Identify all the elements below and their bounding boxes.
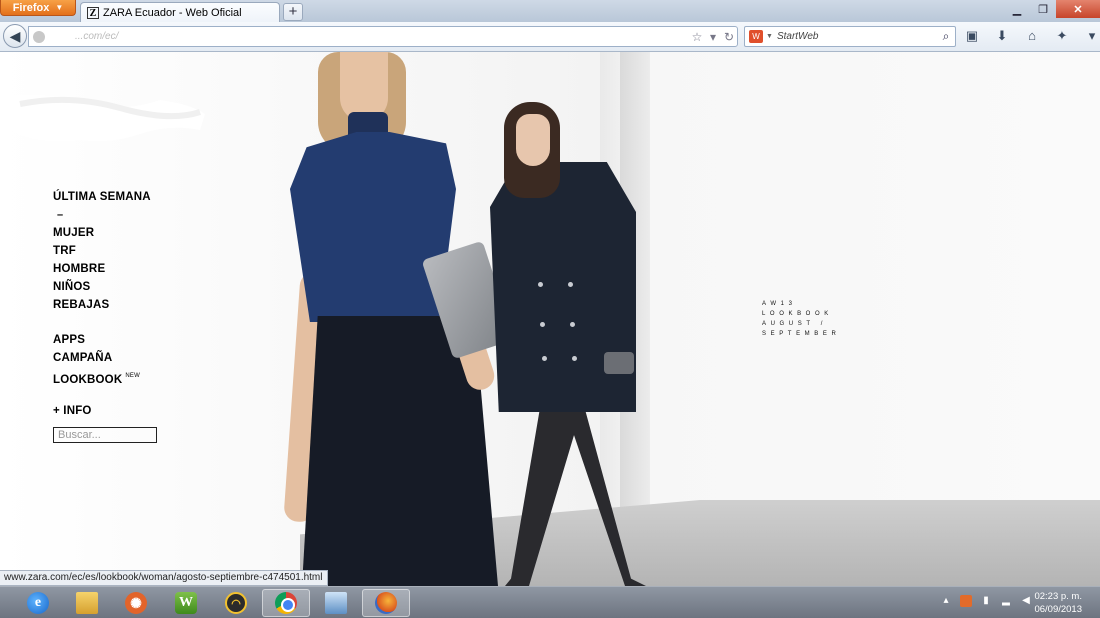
history-dropdown-icon[interactable]: ▾ <box>705 30 721 44</box>
zara-logo-obscured[interactable] <box>0 90 205 150</box>
tab-zara[interactable]: Z ZARA Ecuador - Web Oficial <box>80 2 280 23</box>
lookbook-season: AW13 <box>762 301 797 307</box>
model-left-blue-top[interactable] <box>290 132 456 322</box>
bookmark-star-icon[interactable]: ☆ <box>689 30 705 44</box>
coat-button <box>572 356 577 361</box>
browser-window: Firefox ▼ Z ZARA Ecuador - Web Oficial +… <box>0 0 1100 618</box>
back-arrow-icon: ◀ <box>9 27 21 44</box>
system-tray: ▴ ▮ ▂ ◀ <box>940 595 1032 607</box>
lookbook-title: LOOKBOOK <box>762 311 833 317</box>
internet-explorer-icon: e <box>27 592 49 614</box>
clock-time: 02:23 p. m. <box>1034 591 1082 602</box>
nav-campana[interactable]: CAMPAÑA <box>53 351 151 369</box>
chevron-down-icon[interactable]: ▼ <box>766 33 773 40</box>
model-right-navy-coat[interactable] <box>490 162 636 412</box>
model-right-sleeve-cuff <box>604 352 634 374</box>
back-button[interactable]: ◀ <box>3 24 27 48</box>
close-button[interactable]: ✕ <box>1056 0 1100 18</box>
coat-button <box>568 282 573 287</box>
nav-gap <box>53 387 151 404</box>
site-search-input[interactable] <box>53 427 157 443</box>
nav-gap <box>53 316 151 333</box>
link-status-preview: www.zara.com/ec/es/lookbook/woman/agosto… <box>0 570 328 586</box>
coat-button <box>540 322 545 327</box>
chrome-icon <box>275 592 297 614</box>
nav-rebajas[interactable]: REBAJAS <box>53 298 151 316</box>
toolbar-icons: ▣ ⬇ ⌂ ✦ ▾ <box>962 28 1100 44</box>
battery-icon[interactable]: ▮ <box>980 595 992 607</box>
folder-icon <box>76 592 98 614</box>
nav-mujer[interactable]: MUJER <box>53 226 151 244</box>
nav-apps[interactable]: APPS <box>53 333 151 351</box>
model-right-face <box>516 114 550 166</box>
url-text: ...com/ec/ <box>75 31 119 42</box>
volume-icon[interactable]: ◀ <box>1020 595 1032 607</box>
lookbook-caption[interactable]: AW13 LOOKBOOK AUGUST / SEPTEMBER <box>762 299 840 339</box>
nav-hombre[interactable]: HOMBRE <box>53 262 151 280</box>
minimize-button[interactable]: ▁ <box>1004 0 1030 18</box>
main-nav: ÚLTIMA SEMANA – MUJER TRF HOMBRE NIÑOS R… <box>53 190 151 422</box>
w-app-icon: W <box>175 592 197 614</box>
navigation-toolbar: ◀ ...com/ec/ ☆ ▾ ↻ W ▼ StartWeb ⌕ ▣ ⬇ ⌂ … <box>0 22 1100 52</box>
remote-desktop-icon <box>325 592 347 614</box>
search-engine-icon[interactable]: W <box>749 30 763 43</box>
taskbar-settings[interactable]: ✺ <box>112 589 160 617</box>
taskbar-firefox[interactable] <box>362 589 410 617</box>
windows-taskbar: e ✺ W ◠ ▴ ▮ ▂ ◀ 02:23 p. m. 06/09/2013 <box>0 586 1100 618</box>
new-badge: NEW <box>125 373 140 379</box>
background-wall-right <box>600 52 1100 512</box>
nav-lookbook-label: LOOKBOOK <box>53 374 123 386</box>
coat-button <box>542 356 547 361</box>
tab-strip: Firefox ▼ Z ZARA Ecuador - Web Oficial +… <box>0 0 1100 23</box>
taskbar-w-app[interactable]: W <box>162 589 210 617</box>
nav-separator: – <box>57 209 64 221</box>
taskbar-clock[interactable]: 02:23 p. m. 06/09/2013 <box>1034 590 1082 616</box>
firefox-icon <box>375 592 397 614</box>
coat-button <box>570 322 575 327</box>
window-controls: ▁ ❐ ✕ <box>1004 0 1100 18</box>
restore-button[interactable]: ❐ <box>1030 0 1056 18</box>
overflow-menu-icon[interactable]: ▾ <box>1082 28 1100 44</box>
firefox-menu-label: Firefox <box>12 1 50 14</box>
new-tab-button[interactable]: + <box>283 3 303 21</box>
nav-ultima-semana[interactable]: ÚLTIMA SEMANA <box>53 190 151 208</box>
taskbar-remote-desktop[interactable] <box>312 589 360 617</box>
lookbook-months-2: SEPTEMBER <box>762 331 841 337</box>
site-identity-icon[interactable] <box>33 30 45 43</box>
show-hidden-icons-icon[interactable]: ▴ <box>940 595 952 607</box>
clock-date: 06/09/2013 <box>1034 604 1082 615</box>
gauge-icon: ◠ <box>225 592 247 614</box>
zara-favicon-icon: Z <box>87 7 99 19</box>
magnifier-icon[interactable]: ⌕ <box>937 29 955 44</box>
gear-icon: ✺ <box>125 592 147 614</box>
addon-icon[interactable]: ✦ <box>1052 28 1072 44</box>
taskbar-gauge-app[interactable]: ◠ <box>212 589 260 617</box>
coat-button <box>538 282 543 287</box>
zara-page: AW13 LOOKBOOK AUGUST / SEPTEMBER ÚLTIMA … <box>0 52 1100 586</box>
firefox-menu-button[interactable]: Firefox ▼ <box>0 0 76 16</box>
bookmarks-menu-icon[interactable]: ▣ <box>962 28 982 44</box>
url-bar[interactable]: ...com/ec/ ☆ ▾ ↻ <box>28 26 738 47</box>
tab-title: ZARA Ecuador - Web Oficial <box>103 7 242 19</box>
search-bar-placeholder: StartWeb <box>776 31 819 42</box>
taskbar-internet-explorer[interactable]: e <box>14 589 62 617</box>
taskbar-chrome[interactable] <box>262 589 310 617</box>
chevron-down-icon: ▼ <box>55 3 64 12</box>
search-bar[interactable]: W ▼ StartWeb ⌕ <box>744 26 956 47</box>
nav-trf[interactable]: TRF <box>53 244 151 262</box>
taskbar-file-explorer[interactable] <box>63 589 111 617</box>
nav-info[interactable]: + INFO <box>53 404 151 422</box>
signal-icon[interactable]: ▂ <box>1000 595 1012 607</box>
home-icon[interactable]: ⌂ <box>1022 28 1042 44</box>
nav-lookbook[interactable]: LOOKBOOK NEW <box>53 369 151 387</box>
reload-icon[interactable]: ↻ <box>721 30 737 44</box>
lookbook-months-1: AUGUST / <box>762 321 828 327</box>
nav-ninos[interactable]: NIÑOS <box>53 280 151 298</box>
tray-app-icon[interactable] <box>960 595 972 607</box>
downloads-icon[interactable]: ⬇ <box>992 28 1012 44</box>
